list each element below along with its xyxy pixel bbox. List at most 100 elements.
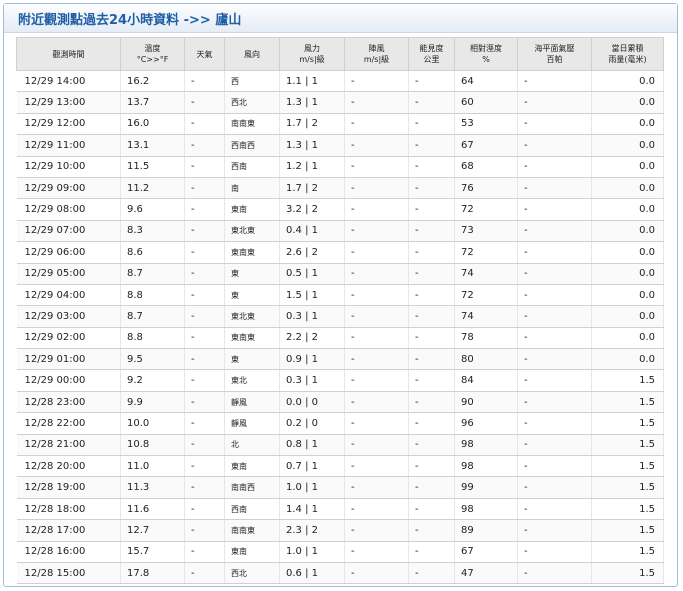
cell-pressure: -: [517, 113, 592, 136]
panel-title: 附近觀測點過去24小時資料 ->> 廬山: [4, 4, 677, 33]
cell-temperature: 11.0: [120, 455, 185, 478]
cell-pressure: -: [517, 70, 592, 93]
table-row: 12/28 16:00 15.7- 東南 1.0 | 1- -67-1.5: [16, 541, 664, 563]
cell-visibility: -: [408, 156, 455, 178]
table-row: 12/29 10:00 11.5- 西南 1.2 | 1- -68-0.0: [16, 156, 664, 178]
cell-time: 12/28 21:00: [16, 434, 121, 457]
cell-time: 12/29 14:00: [16, 70, 121, 93]
cell-pressure: -: [517, 348, 592, 371]
cell-rainfall: 0.0: [591, 91, 664, 114]
cell-wind-force: 0.8 | 1: [279, 434, 345, 457]
cell-gust: -: [344, 91, 409, 114]
header-label: 百帕: [546, 55, 563, 64]
cell-rainfall: 1.5: [591, 369, 664, 392]
cell-wind-direction: 靜風: [224, 391, 280, 414]
cell-weather: -: [184, 412, 225, 435]
cell-time: 12/29 05:00: [16, 263, 121, 285]
cell-wind-force: 2.6 | 2: [279, 241, 345, 264]
table-row: 12/29 00:00 9.2- 東北 0.3 | 1- -84-1.5: [16, 369, 664, 392]
header-col-weather: 天氣: [184, 37, 225, 71]
cell-humidity: 80: [454, 348, 518, 371]
cell-visibility: -: [408, 113, 455, 136]
cell-rainfall: 0.0: [591, 220, 664, 243]
cell-humidity: 98: [454, 498, 518, 521]
table-row: 12/28 22:00 10.0- 靜風 0.2 | 0- -96-1.5: [16, 412, 664, 435]
cell-weather: -: [184, 220, 225, 243]
cell-time: 12/29 11:00: [16, 134, 121, 157]
cell-wind-direction: 西南西: [224, 134, 280, 157]
cell-time: 12/28 19:00: [16, 476, 121, 499]
cell-time: 12/29 06:00: [16, 241, 121, 264]
cell-visibility: -: [408, 476, 455, 499]
cell-temperature: 11.2: [120, 177, 185, 200]
table-row: 12/29 05:00 8.7- 東 0.5 | 1- -74-0.0: [16, 263, 664, 285]
cell-gust: -: [344, 434, 409, 457]
cell-humidity: 78: [454, 327, 518, 350]
cell-temperature: 8.6: [120, 241, 185, 264]
cell-rainfall: 0.0: [591, 263, 664, 285]
table-row: 12/29 07:00 8.3- 東北東 0.4 | 1- -73-0.0: [16, 220, 664, 243]
cell-gust: -: [344, 391, 409, 414]
cell-wind-direction: 西南: [224, 156, 280, 178]
table-row: 12/28 19:00 11.3- 南南西 1.0 | 1- -99-1.5: [16, 476, 664, 499]
cell-wind-force: 0.9 | 1: [279, 348, 345, 371]
cell-pressure: -: [517, 263, 592, 285]
cell-visibility: -: [408, 434, 455, 457]
cell-pressure: -: [517, 412, 592, 435]
header-col-time: 觀測時間: [16, 37, 121, 71]
table-row: 12/29 08:00 9.6- 東南 3.2 | 2- -72-0.0: [16, 198, 664, 221]
table-row: 12/28 23:00 9.9- 靜風 0.0 | 0- -90-1.5: [16, 391, 664, 414]
cell-gust: -: [344, 498, 409, 521]
header-label: m/s|級: [363, 55, 390, 64]
cell-rainfall: 0.0: [591, 156, 664, 178]
cell-gust: -: [344, 241, 409, 264]
cell-weather: -: [184, 91, 225, 114]
table-row: 12/28 20:00 11.0- 東南 0.7 | 1- -98-1.5: [16, 455, 664, 478]
cell-rainfall: 0.0: [591, 70, 664, 93]
cell-visibility: -: [408, 177, 455, 200]
cell-gust: -: [344, 369, 409, 392]
cell-gust: -: [344, 562, 409, 585]
cell-wind-force: 0.4 | 1: [279, 220, 345, 243]
cell-pressure: -: [517, 91, 592, 114]
cell-humidity: 98: [454, 434, 518, 457]
cell-gust: -: [344, 476, 409, 499]
cell-gust: -: [344, 327, 409, 350]
cell-pressure: -: [517, 220, 592, 243]
cell-wind-direction: 東南東: [224, 327, 280, 350]
cell-gust: -: [344, 177, 409, 200]
cell-wind-force: 3.2 | 2: [279, 198, 345, 221]
cell-weather: -: [184, 134, 225, 157]
header-col-temperature: 溫度 °C>>°F: [120, 37, 185, 71]
cell-visibility: -: [408, 220, 455, 243]
header-label: 能見度: [419, 44, 444, 53]
cell-wind-direction: 西北: [224, 91, 280, 114]
cell-visibility: -: [408, 284, 455, 307]
cell-visibility: -: [408, 263, 455, 285]
cell-weather: -: [184, 156, 225, 178]
cell-visibility: -: [408, 498, 455, 521]
cell-temperature: 11.3: [120, 476, 185, 499]
cell-time: 12/29 10:00: [16, 156, 121, 178]
table-wrapper: 觀測時間 溫度 °C>>°F 天氣 風向 風力 m/s|級 陣風 m/s|級 能見度 公里 相對溼度%…: [16, 37, 664, 585]
table-row: 12/29 03:00 8.7- 東北東 0.3 | 1- -74-0.0: [16, 305, 664, 328]
cell-gust: -: [344, 412, 409, 435]
cell-time: 12/29 13:00: [16, 91, 121, 114]
cell-time: 12/29 08:00: [16, 198, 121, 221]
header-label: 風力: [304, 44, 320, 53]
cell-wind-direction: 西: [224, 70, 280, 93]
cell-pressure: -: [517, 541, 592, 563]
cell-pressure: -: [517, 241, 592, 264]
cell-humidity: 96: [454, 412, 518, 435]
header-label: 當日累積: [611, 44, 644, 53]
cell-humidity: 68: [454, 156, 518, 178]
cell-humidity: 67: [454, 541, 518, 563]
cell-wind-direction: 東: [224, 263, 280, 285]
cell-wind-direction: 南南東: [224, 519, 280, 542]
cell-humidity: 89: [454, 519, 518, 542]
cell-time: 12/28 15:00: [16, 562, 121, 585]
cell-rainfall: 1.5: [591, 541, 664, 563]
cell-visibility: -: [408, 455, 455, 478]
cell-wind-force: 0.2 | 0: [279, 412, 345, 435]
cell-temperature: 16.0: [120, 113, 185, 136]
